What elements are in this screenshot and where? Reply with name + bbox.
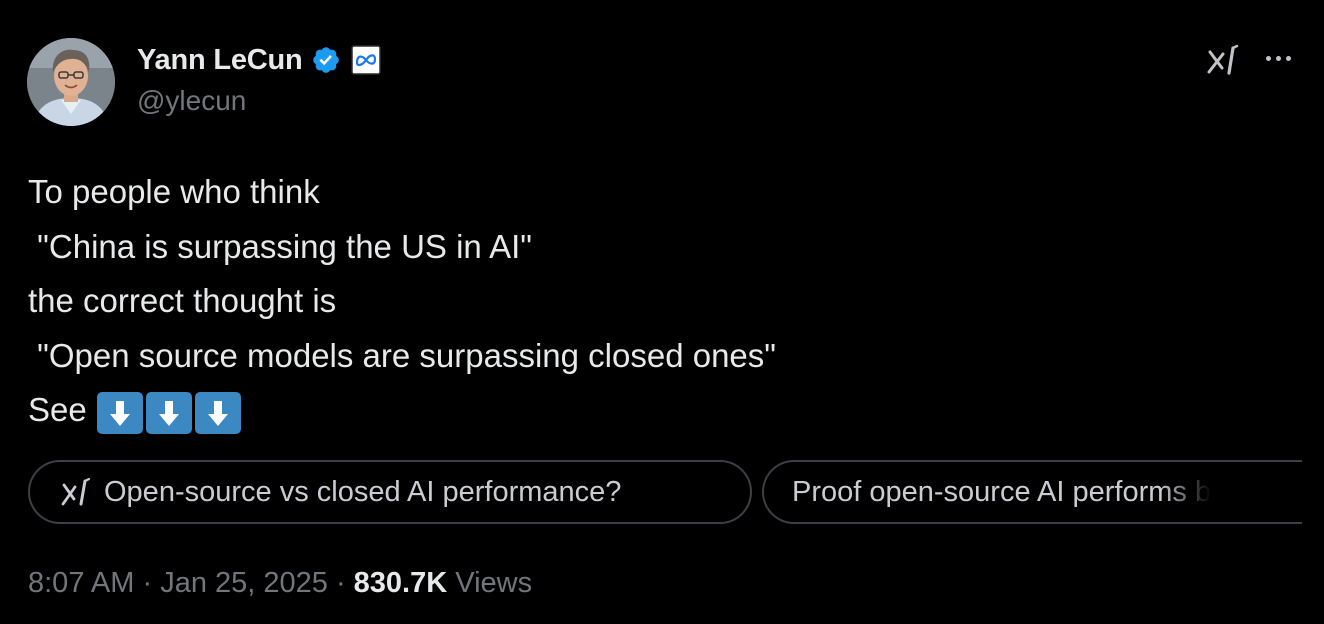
grok-suggestion-label: Proof open-source AI performs b: [792, 475, 1212, 508]
tweet-line: "China is surpassing the US in AI": [28, 227, 533, 265]
separator: ·: [134, 567, 161, 599]
tweet-line-last: See: [28, 383, 776, 438]
author-display-name[interactable]: Yann LeCun: [137, 44, 303, 77]
author-handle[interactable]: @ylecun: [137, 85, 246, 117]
tweet-footer: 8:07 AM · Jan 25, 2025 · 830.7K Views: [28, 567, 532, 600]
grok-icon: [60, 477, 94, 507]
views-label: Views: [447, 567, 533, 599]
verified-badge-icon[interactable]: [311, 45, 341, 75]
down-arrow-emoji-icon: [145, 392, 192, 434]
tweet-line: the correct thought is: [28, 282, 337, 319]
grok-icon[interactable]: [1205, 42, 1241, 78]
more-dot: [1266, 55, 1271, 61]
grok-suggestion-chip[interactable]: Open-source vs closed AI performance?: [28, 460, 752, 524]
tweet-date[interactable]: Jan 25, 2025: [160, 567, 328, 600]
separator: ·: [327, 567, 354, 599]
more-options-icon[interactable]: [1266, 46, 1300, 70]
grok-suggestion-label: Open-source vs closed AI performance?: [104, 475, 622, 508]
tweet-line-see: See: [28, 391, 87, 428]
avatar[interactable]: [27, 38, 115, 126]
more-dot: [1286, 55, 1291, 61]
tweet-time[interactable]: 8:07 AM: [28, 567, 134, 600]
more-dot: [1276, 55, 1281, 61]
down-arrow-emoji-icon: [194, 392, 241, 434]
tweet-card: Yann LeCun @ylecun To people who think "…: [0, 0, 1324, 624]
tweet-line: To people who think: [28, 173, 320, 210]
grok-suggestion-chip[interactable]: Proof open-source AI performs b: [762, 460, 1302, 524]
meta-affiliate-icon[interactable]: [350, 45, 381, 75]
down-arrow-emoji-icon: [96, 392, 143, 434]
tweet-text: To people who think "China is surpassing…: [28, 165, 776, 438]
tweet-line: "Open source models are surpassing close…: [28, 336, 776, 374]
author-name-row: Yann LeCun: [137, 42, 381, 78]
emoji-group: [96, 392, 241, 434]
views-count: 830.7K: [353, 567, 448, 599]
